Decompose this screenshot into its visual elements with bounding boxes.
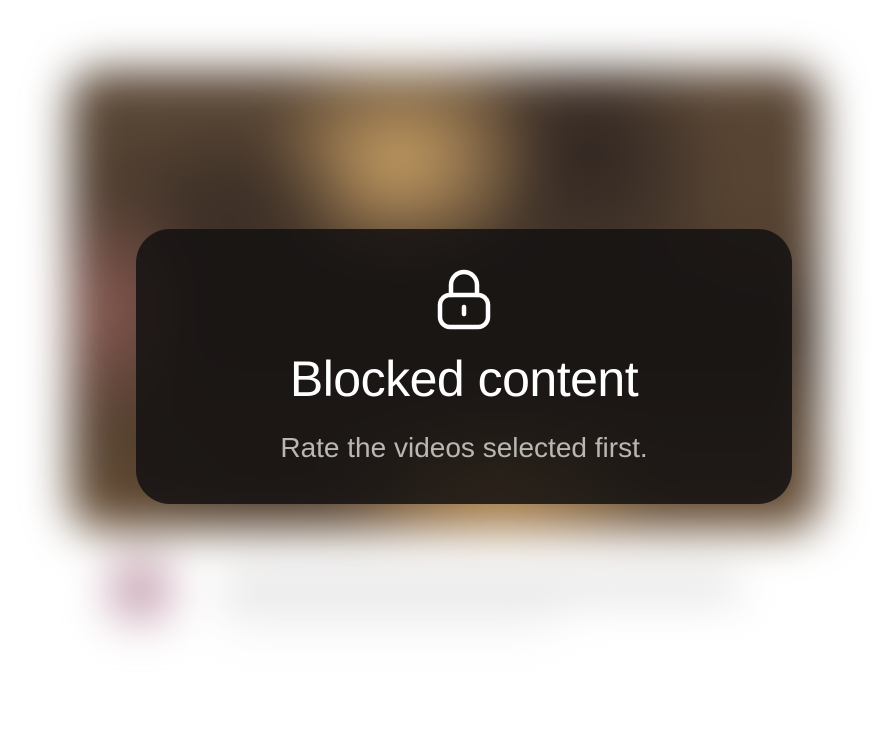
blocked-content-screen: Blocked content Rate the videos selected… bbox=[0, 0, 889, 733]
overlay-message: Rate the videos selected first. bbox=[280, 432, 648, 463]
blurred-title-line bbox=[220, 575, 740, 597]
blurred-meta-line bbox=[220, 610, 560, 626]
blurred-avatar bbox=[110, 560, 170, 620]
overlay-title: Blocked content bbox=[289, 351, 639, 407]
blocked-content-overlay: Blocked content Rate the videos selected… bbox=[136, 229, 792, 504]
lock-icon bbox=[437, 269, 491, 330]
